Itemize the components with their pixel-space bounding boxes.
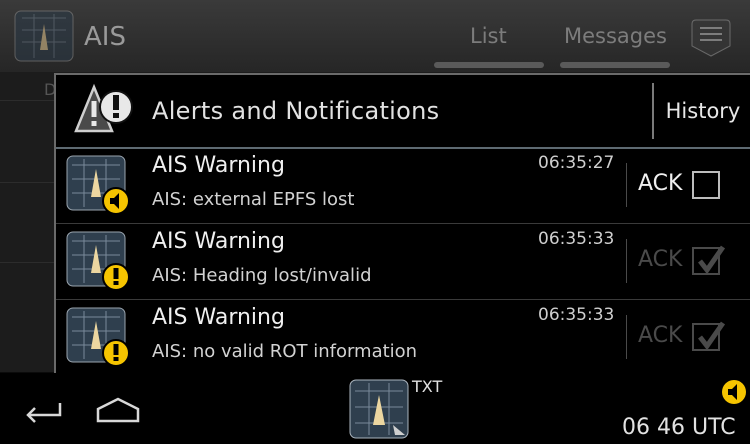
alert-time: 06:35:27 bbox=[538, 153, 615, 173]
tab-messages[interactable]: Messages bbox=[564, 24, 667, 48]
row-divider bbox=[626, 163, 627, 207]
ack-label: ACK bbox=[638, 171, 683, 196]
alert-title: AIS Warning bbox=[152, 305, 285, 330]
ack-checkbox[interactable] bbox=[692, 321, 726, 351]
ack-checkbox[interactable] bbox=[692, 245, 726, 275]
alert-title: AIS Warning bbox=[152, 153, 285, 178]
alert-message: AIS: Heading lost/invalid bbox=[152, 265, 372, 286]
ais-app-icon[interactable] bbox=[349, 379, 409, 439]
alerts-notification-icon bbox=[74, 83, 133, 133]
txt-label: TXT bbox=[412, 377, 443, 396]
ais-warning-icon bbox=[66, 155, 130, 215]
alert-message: AIS: external EPFS lost bbox=[152, 189, 355, 210]
ack-label: ACK bbox=[638, 323, 683, 348]
row-divider bbox=[626, 315, 627, 359]
home-icon[interactable] bbox=[94, 395, 142, 425]
alert-message: AIS: no valid ROT information bbox=[152, 341, 418, 362]
exclamation-icon bbox=[113, 268, 119, 279]
alert-row[interactable]: AIS Warning AIS: external EPFS lost 06:3… bbox=[56, 149, 750, 224]
ack-checkbox[interactable] bbox=[692, 171, 720, 199]
app-bar: AIS List Messages bbox=[0, 0, 750, 72]
ais-app-icon[interactable] bbox=[14, 10, 74, 62]
back-icon[interactable] bbox=[22, 395, 66, 425]
app-title: AIS bbox=[84, 22, 126, 52]
checkmark-icon bbox=[698, 245, 726, 275]
exclamation-icon bbox=[113, 344, 119, 355]
tab-list-indicator bbox=[434, 62, 544, 68]
header-divider bbox=[652, 83, 654, 139]
alert-time: 06:35:33 bbox=[538, 229, 615, 249]
tab-list[interactable]: List bbox=[470, 24, 507, 48]
alert-speaker-icon[interactable] bbox=[721, 379, 747, 405]
ack-label: ACK bbox=[638, 247, 683, 272]
alerts-dialog: Alerts and Notifications History AIS War… bbox=[54, 73, 750, 373]
ais-warning-icon bbox=[66, 307, 130, 367]
checkmark-icon bbox=[698, 321, 726, 351]
tab-messages-indicator bbox=[560, 62, 670, 68]
alert-title: AIS Warning bbox=[152, 229, 285, 254]
utc-clock: 06 46 UTC bbox=[622, 415, 736, 440]
row-divider bbox=[626, 239, 627, 283]
dialog-header: Alerts and Notifications History bbox=[56, 75, 750, 147]
menu-icon[interactable] bbox=[690, 18, 732, 58]
dialog-title: Alerts and Notifications bbox=[152, 97, 440, 125]
alert-row[interactable]: AIS Warning AIS: Heading lost/invalid 06… bbox=[56, 225, 750, 300]
alert-row[interactable]: AIS Warning AIS: no valid ROT informatio… bbox=[56, 301, 750, 376]
alert-time: 06:35:33 bbox=[538, 305, 615, 325]
system-navbar: TXT 06 46 UTC bbox=[0, 373, 750, 444]
history-button[interactable]: History bbox=[656, 83, 750, 139]
ais-warning-icon bbox=[66, 231, 130, 291]
